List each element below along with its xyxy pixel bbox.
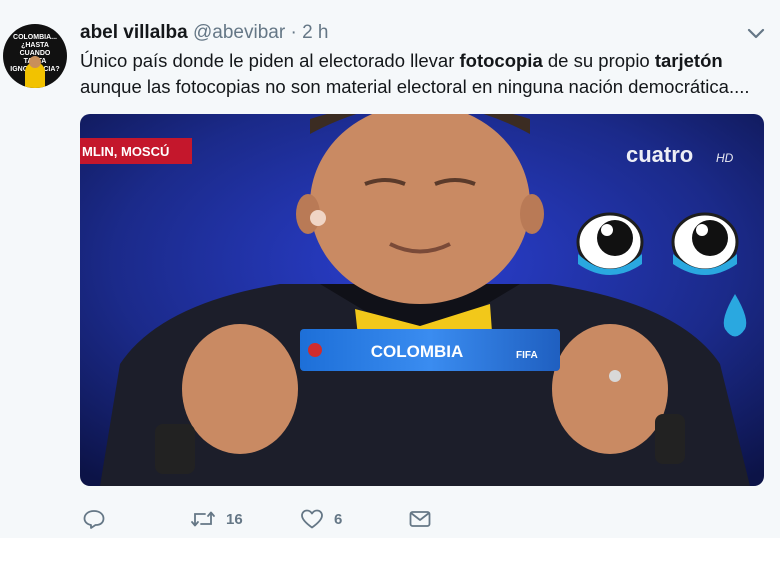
- tweet-text-part1: Único país donde le piden al electorado …: [80, 50, 460, 71]
- tweet-card[interactable]: COLOMBIA... ¿HASTA CUANDO TANTA IGNORANC…: [0, 0, 780, 538]
- tweet-actions: 16 6: [82, 506, 482, 532]
- retweet-icon: [190, 508, 216, 530]
- heart-icon: [300, 508, 324, 530]
- tweet-media-image[interactable]: COLOMBIA FIFA MLIN, MOSCÚ cuatro HD: [80, 114, 764, 486]
- ticket-text: COLOMBIA: [371, 342, 464, 361]
- channel-logo-suffix: HD: [716, 151, 734, 165]
- author-handle[interactable]: @abevibar: [193, 22, 285, 43]
- author-name[interactable]: abel villalba: [80, 22, 188, 43]
- reply-icon: [82, 508, 106, 530]
- tweet-text-part2: de su propio: [542, 50, 655, 71]
- channel-logo: cuatro: [626, 142, 693, 167]
- header-separator: ·: [290, 22, 297, 43]
- location-banner: MLIN, MOSCÚ: [82, 144, 169, 159]
- avatar-figure-head: [29, 56, 41, 68]
- like-button[interactable]: 6: [300, 506, 342, 532]
- retweet-button[interactable]: 16: [190, 506, 243, 532]
- like-count: 6: [334, 510, 343, 528]
- ticket-brand: FIFA: [516, 350, 538, 361]
- chevron-down-icon[interactable]: [744, 24, 768, 44]
- tweet-header: abel villalba @abevibar · 2 h: [80, 22, 329, 44]
- reply-button[interactable]: [82, 506, 106, 532]
- tweet-text: Único país donde le piden al electorado …: [80, 48, 772, 100]
- avatar[interactable]: COLOMBIA... ¿HASTA CUANDO TANTA IGNORANC…: [3, 24, 67, 88]
- tweet-text-bold2: tarjetón: [654, 50, 723, 71]
- tweet-text-part3: aunque las fotocopias no son material el…: [80, 76, 750, 97]
- message-button[interactable]: [408, 506, 432, 532]
- tweet-time[interactable]: 2 h: [302, 22, 328, 43]
- envelope-icon: [408, 508, 432, 530]
- retweet-count: 16: [226, 510, 243, 528]
- tweet-text-bold1: fotocopia: [459, 50, 543, 71]
